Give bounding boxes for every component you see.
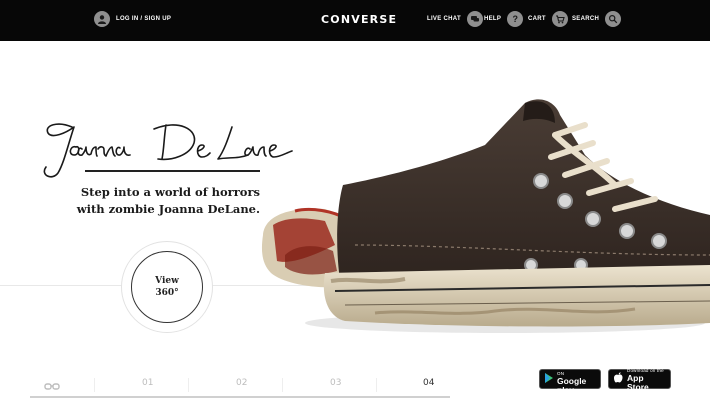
login-link[interactable]: LOG IN / SIGN UP <box>94 11 171 27</box>
signature-underline <box>85 170 260 172</box>
app-store-badge[interactable]: Download on the App Store <box>608 367 671 392</box>
view-360-button[interactable]: View 360° <box>121 241 213 333</box>
search-label: SEARCH <box>572 16 600 22</box>
help-link[interactable]: HELP ? <box>484 11 524 27</box>
app-store-big: App Store <box>627 372 649 392</box>
tagline-line-1: Step into a world of horrors <box>80 185 260 199</box>
converse-logo[interactable]: CONVERSE <box>321 13 397 26</box>
view-360-ring: View 360° <box>131 251 203 323</box>
app-store-text: Download on the App Store <box>627 367 665 392</box>
login-label: LOG IN / SIGN UP <box>116 16 172 22</box>
search-link[interactable]: SEARCH <box>572 11 622 27</box>
user-icon <box>94 11 110 27</box>
google-play-small: ANDROID APP ON <box>557 364 590 376</box>
apple-icon <box>614 370 623 388</box>
help-icon: ? <box>507 11 524 27</box>
page-button-04[interactable]: 04 <box>423 378 434 388</box>
glasses-icon[interactable] <box>44 379 60 397</box>
pager-separator <box>94 378 95 392</box>
chat-icon <box>466 11 483 27</box>
pager-separator <box>282 378 283 392</box>
google-play-text: ANDROID APP ON Google play <box>557 363 595 395</box>
search-icon <box>605 11 622 27</box>
page-button-02[interactable]: 02 <box>236 378 247 388</box>
google-play-badge[interactable]: ANDROID APP ON Google play <box>539 364 601 395</box>
help-label: HELP <box>484 16 502 22</box>
pager-progress-fill <box>30 396 450 398</box>
pager-separator <box>188 378 189 392</box>
cart-link[interactable]: CART <box>528 11 568 27</box>
top-navigation-bar: LOG IN / SIGN UP CONVERSE LIVE CHAT HELP… <box>0 0 710 41</box>
google-play-icon <box>545 370 553 388</box>
google-play-big: Google play <box>557 376 587 395</box>
cart-icon <box>551 11 568 27</box>
cart-label: CART <box>528 16 546 22</box>
view-360-degrees: 360° <box>155 288 179 298</box>
live-chat-label: LIVE CHAT <box>427 16 461 22</box>
page-button-03[interactable]: 03 <box>330 378 341 388</box>
view-360-label: View <box>155 276 179 286</box>
live-chat-link[interactable]: LIVE CHAT <box>427 11 483 27</box>
pager-separator <box>376 378 377 392</box>
zombie-sneaker-image <box>261 99 710 333</box>
tagline-line-2: with zombie Joanna DeLane. <box>76 202 260 216</box>
page-button-01[interactable]: 01 <box>142 378 153 388</box>
hero-tagline: Step into a world of horrors with zombie… <box>60 184 260 218</box>
